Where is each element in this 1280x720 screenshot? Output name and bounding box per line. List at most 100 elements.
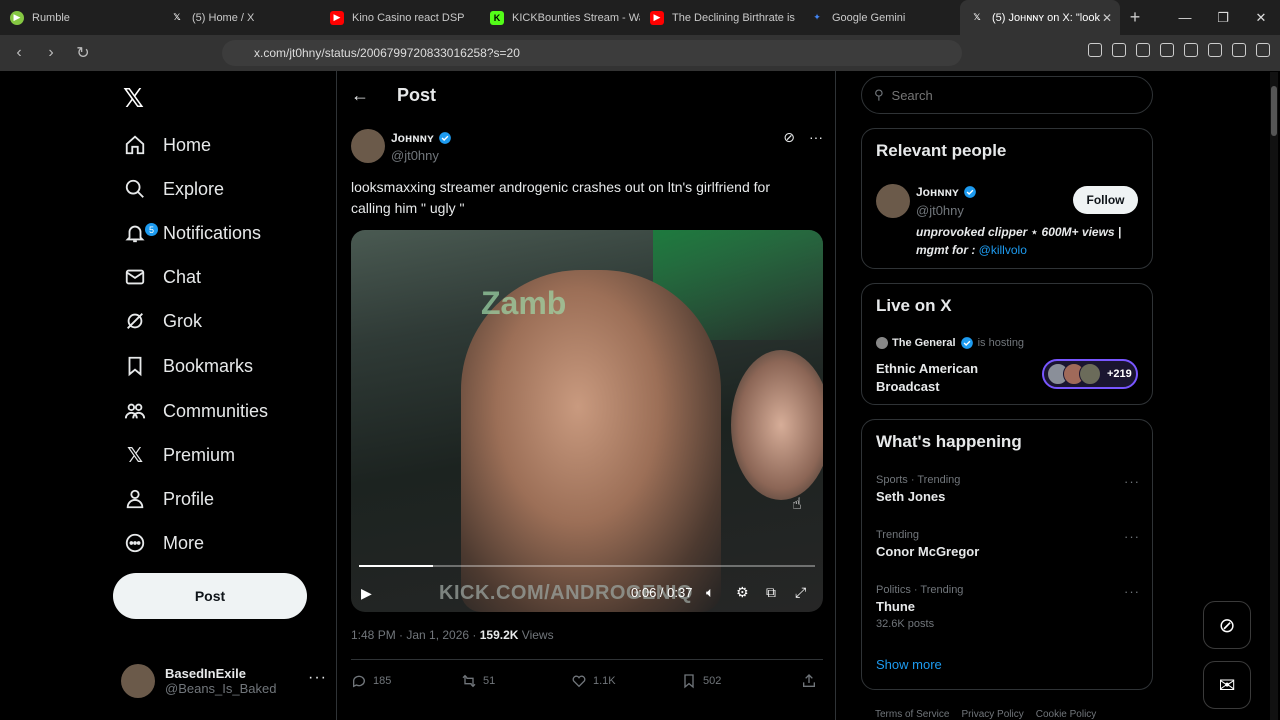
grok-fab-button[interactable]: ⊘	[1203, 601, 1251, 649]
nav-label: Explore	[163, 178, 225, 199]
close-window-icon[interactable]: ✕	[1242, 10, 1280, 26]
video-player[interactable]: Zamb ▶ KICK.COM/ANDROGENIQ 0:06 / 0:37 🔈…	[351, 230, 823, 612]
show-more-link[interactable]: Show more	[876, 657, 942, 672]
extension-icon[interactable]	[1160, 43, 1174, 57]
nav-premium[interactable]: 𝕏 Premium	[123, 435, 235, 475]
reply-button[interactable]: 185	[351, 673, 461, 689]
trend-title: Thune	[876, 599, 915, 614]
browser-tab[interactable]: ▶ Rumble	[0, 0, 160, 35]
like-button[interactable]: 1.1K	[571, 673, 681, 689]
x-logo-icon[interactable]: 𝕏	[123, 83, 144, 114]
settings-icon[interactable]: ⚙	[736, 584, 749, 601]
relevant-people-card: Relevant people Jᴏʜɴɴʏ @jt0hny Follow un…	[861, 128, 1153, 269]
account-switcher[interactable]: BasedInExile @Beans_Is_Baked ···	[121, 659, 331, 703]
video-controls: ▶ KICK.COM/ANDROGENIQ 0:06 / 0:37 🔈︎ ⚙ ⧉…	[351, 578, 823, 608]
mail-icon: ✉	[1218, 674, 1236, 697]
browser-tab[interactable]: ✦ Google Gemini	[800, 0, 960, 35]
more-horizontal-icon[interactable]: ···	[1124, 584, 1140, 599]
play-icon[interactable]: ▶	[361, 585, 379, 602]
browser-tab-active[interactable]: 𝕏 (5) Jᴏʜɴɴʏ on X: "look ✕	[960, 0, 1120, 35]
footer-link[interactable]: Privacy Policy	[961, 709, 1023, 720]
nav-more[interactable]: More	[123, 523, 204, 563]
footer-link[interactable]: Terms of Service	[875, 709, 949, 720]
address-bar[interactable]: x.com/jt0hny/status/2006799720833016258?…	[222, 40, 962, 66]
grok-icon[interactable]: ⊘	[783, 129, 795, 146]
more-horizontal-icon[interactable]: ···	[1124, 529, 1140, 544]
search-input[interactable]	[891, 87, 1132, 103]
author-name[interactable]: Jᴏʜɴɴʏ	[391, 131, 452, 145]
kick-favicon-icon: K	[490, 10, 504, 25]
footer-links: Terms of Service Privacy Policy Cookie P…	[875, 709, 1096, 720]
extension-icon[interactable]	[1136, 43, 1150, 57]
search-box[interactable]: ⚲	[861, 76, 1153, 114]
post-timestamp[interactable]: 1:48 PM · Jan 1, 2026 ·	[351, 628, 476, 642]
more-horizontal-icon[interactable]: ···	[308, 669, 327, 687]
fullscreen-icon[interactable]: ⤢	[795, 584, 806, 601]
minimize-icon[interactable]: —	[1166, 10, 1204, 25]
forward-icon[interactable]: ›	[38, 44, 64, 62]
space-title[interactable]: Ethnic American Broadcast	[876, 360, 1026, 396]
wallet-icon[interactable]	[1208, 43, 1222, 57]
nav-label: Premium	[163, 444, 236, 465]
nav-communities[interactable]: Communities	[123, 391, 268, 431]
pip-icon[interactable]: ⧉	[766, 584, 776, 601]
bio-link[interactable]: @killvolo	[979, 243, 1027, 257]
trend-item[interactable]: Trending Conor McGregor ···	[876, 529, 1140, 559]
messages-fab-button[interactable]: ✉	[1203, 661, 1251, 709]
browser-tab[interactable]: 𝕏 (5) Home / X	[160, 0, 320, 35]
trend-item[interactable]: Politics · Trending Thune 32.6K posts ··…	[876, 584, 1140, 630]
avatar[interactable]	[351, 129, 385, 163]
nav-explore[interactable]: Explore	[123, 169, 224, 209]
menu-icon[interactable]	[1256, 43, 1270, 57]
share-button[interactable]	[801, 673, 823, 689]
compose-post-button[interactable]: Post	[113, 573, 307, 619]
trend-title: Seth Jones	[876, 489, 946, 504]
extension-icon[interactable]	[1112, 43, 1126, 57]
repost-button[interactable]: 51	[461, 673, 571, 689]
host-name[interactable]: The General	[892, 337, 956, 349]
more-horizontal-icon[interactable]: ···	[1124, 474, 1140, 489]
more-horizontal-icon[interactable]: ···	[809, 129, 823, 146]
x-app: 𝕏 Home Explore 5 Notifications Chat Grok…	[0, 71, 1280, 720]
page-scrollbar[interactable]	[1270, 72, 1278, 720]
back-icon[interactable]: ‹	[6, 44, 32, 62]
card-title: What's happening	[876, 432, 1022, 451]
views-label: Views	[521, 628, 554, 642]
restore-icon[interactable]: ❐	[1204, 10, 1242, 26]
avatar[interactable]	[876, 184, 910, 218]
shield-icon[interactable]	[1232, 43, 1246, 57]
nav-chat[interactable]: Chat	[123, 257, 201, 297]
verified-icon	[439, 132, 451, 144]
reload-icon[interactable]: ↻	[70, 43, 96, 63]
search-icon	[123, 177, 147, 201]
trend-meta: Sports · Trending	[876, 474, 961, 486]
back-arrow-icon[interactable]: ←	[351, 85, 371, 106]
nav-label: Bookmarks	[163, 355, 254, 376]
close-tab-icon[interactable]: ✕	[1102, 11, 1112, 25]
nav-label: Communities	[163, 400, 269, 421]
person-name[interactable]: Jᴏʜɴɴʏ	[916, 185, 977, 199]
nav-profile[interactable]: Profile	[123, 479, 214, 519]
volume-icon[interactable]: 🔈︎	[706, 584, 714, 601]
nav-home[interactable]: Home	[123, 125, 211, 165]
footer-link[interactable]: Cookie Policy	[1036, 709, 1097, 720]
browser-tab[interactable]: K KICKBounties Stream - Wa	[480, 0, 640, 35]
nav-notifications[interactable]: 5 Notifications	[123, 213, 261, 253]
browser-tab[interactable]: ▶ Kino Casino react DSP	[320, 0, 480, 35]
bookmark-button[interactable]: 502	[681, 673, 791, 689]
trend-item[interactable]: Sports · Trending Seth Jones ···	[876, 474, 1140, 504]
bookmark-icon	[684, 674, 694, 689]
heart-icon	[572, 675, 586, 688]
x-favicon-icon: 𝕏	[973, 12, 981, 22]
follow-button[interactable]: Follow	[1073, 186, 1138, 214]
sidebar-icon[interactable]	[1184, 43, 1198, 57]
extension-icon[interactable]	[1088, 43, 1102, 57]
person-handle[interactable]: @jt0hny	[916, 203, 964, 218]
browser-tab[interactable]: ▶ The Declining Birthrate is	[640, 0, 800, 35]
new-tab-button[interactable]: +	[1120, 7, 1150, 28]
nav-bookmarks[interactable]: Bookmarks	[123, 346, 253, 386]
author-handle[interactable]: @jt0hny	[391, 148, 439, 163]
space-listeners-pill[interactable]: +219	[1042, 359, 1138, 389]
scrollbar-thumb[interactable]	[1271, 86, 1277, 136]
nav-grok[interactable]: Grok	[123, 301, 202, 341]
